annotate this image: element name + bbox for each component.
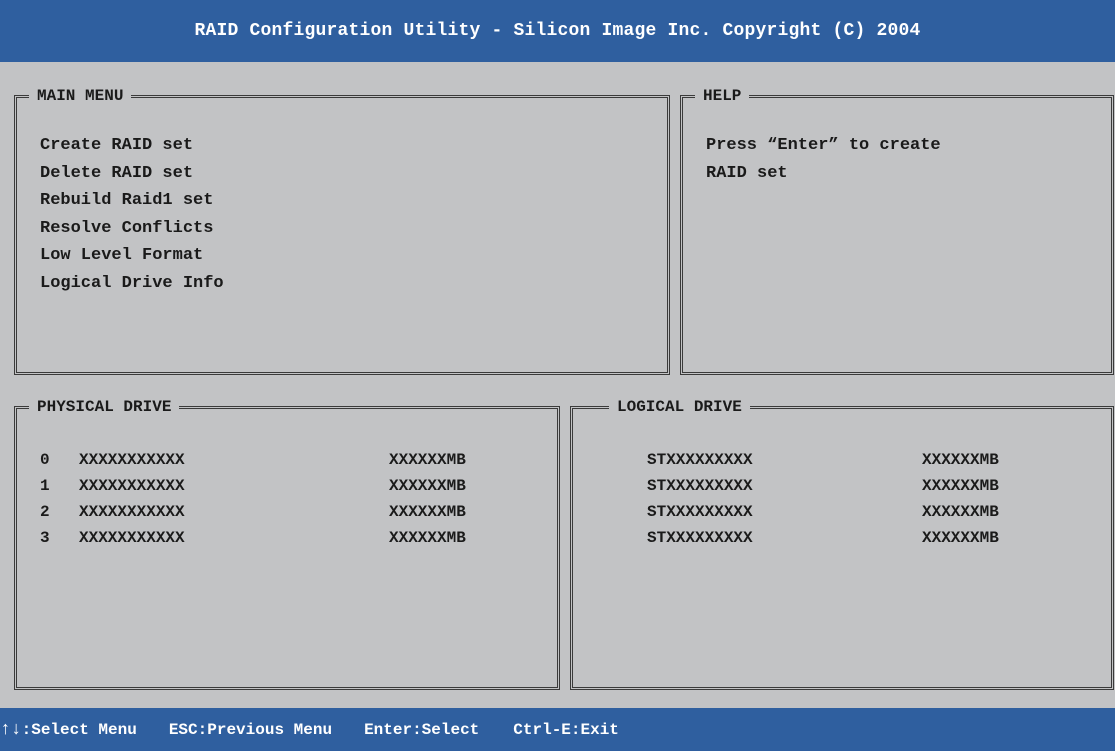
physical-drive-row[interactable]: 0 XXXXXXXXXXX XXXXXXMB [17, 451, 557, 477]
help-line: Press “Enter” to create [706, 136, 941, 155]
menu-item-create-raid-set[interactable]: Create RAID set [40, 132, 224, 160]
physical-drive-row[interactable]: 3 XXXXXXXXXXX XXXXXXMB [17, 529, 557, 555]
exit-hint: Ctrl-E:Exit [513, 720, 619, 739]
physical-drive-heading: PHYSICAL DRIVE [29, 398, 180, 416]
logical-drive-row[interactable]: STXXXXXXXXX XXXXXXMB [573, 451, 1111, 477]
logical-drive-row[interactable]: STXXXXXXXXX XXXXXXMB [573, 529, 1111, 555]
logical-drive-row[interactable]: STXXXXXXXXX XXXXXXMB [573, 477, 1111, 503]
menu-item-resolve-conflicts[interactable]: Resolve Conflicts [40, 215, 224, 243]
logical-drive-size: XXXXXXMB [922, 451, 999, 469]
main-menu-heading: MAIN MENU [29, 87, 132, 105]
logical-drive-name: STXXXXXXXXX [647, 529, 753, 547]
physical-drive-panel: PHYSICAL DRIVE 0 XXXXXXXXXXX XXXXXXMB 1 … [14, 398, 560, 690]
drive-model: XXXXXXXXXXX [79, 451, 185, 469]
select-menu-label: :Select Menu [21, 720, 137, 739]
logical-drive-name: STXXXXXXXXX [647, 477, 753, 495]
drive-model: XXXXXXXXXXX [79, 477, 185, 495]
help-line: RAID set [706, 163, 788, 183]
menu-item-delete-raid-set[interactable]: Delete RAID set [40, 160, 224, 188]
drive-size: XXXXXXMB [389, 451, 466, 469]
drive-index: 2 [40, 503, 50, 521]
drive-size: XXXXXXMB [389, 477, 466, 495]
drive-size: XXXXXXMB [389, 529, 466, 547]
menu-item-rebuild-raid1-set[interactable]: Rebuild Raid1 set [40, 187, 224, 215]
logical-drive-name: STXXXXXXXXX [647, 451, 753, 469]
logical-drive-size: XXXXXXMB [922, 477, 999, 495]
drive-size: XXXXXXMB [389, 503, 466, 521]
select-menu-hint: ↑↓:Select Menu [0, 720, 137, 740]
logical-drive-panel: LOGICAL DRIVE STXXXXXXXXX XXXXXXMB STXXX… [570, 398, 1114, 690]
status-bar: ↑↓:Select Menu ESC:Previous Menu Enter:S… [0, 708, 1115, 751]
up-down-arrows-icon: ↑↓ [0, 719, 22, 740]
drive-index: 3 [40, 529, 50, 547]
main-menu-panel: MAIN MENU Create RAID set Delete RAID se… [14, 87, 670, 375]
drive-index: 0 [40, 451, 50, 469]
drive-index: 1 [40, 477, 50, 495]
menu-item-logical-drive-info[interactable]: Logical Drive Info [40, 270, 224, 298]
logical-drive-heading: LOGICAL DRIVE [609, 398, 750, 416]
title-bar: RAID Configuration Utility - Silicon Ima… [0, 0, 1115, 62]
help-panel: HELP Press “Enter” to create RAID set [680, 87, 1114, 375]
physical-drive-row[interactable]: 2 XXXXXXXXXXX XXXXXXMB [17, 503, 557, 529]
app-title: RAID Configuration Utility - Silicon Ima… [194, 21, 921, 41]
logical-drive-row[interactable]: STXXXXXXXXX XXXXXXMB [573, 503, 1111, 529]
physical-drive-list: 0 XXXXXXXXXXX XXXXXXMB 1 XXXXXXXXXXX XXX… [17, 451, 557, 555]
logical-drive-size: XXXXXXMB [922, 529, 999, 547]
drive-model: XXXXXXXXXXX [79, 529, 185, 547]
logical-drive-list: STXXXXXXXXX XXXXXXMB STXXXXXXXXX XXXXXXM… [573, 451, 1111, 555]
previous-menu-hint: ESC:Previous Menu [168, 720, 333, 739]
menu-item-low-level-format[interactable]: Low Level Format [40, 242, 224, 270]
drive-model: XXXXXXXXXXX [79, 503, 185, 521]
main-menu-list: Create RAID set Delete RAID set Rebuild … [40, 132, 224, 297]
logical-drive-size: XXXXXXMB [922, 503, 999, 521]
enter-select-hint: Enter:Select [364, 720, 480, 739]
help-heading: HELP [695, 87, 750, 105]
help-text: Press “Enter” to create RAID set [706, 132, 941, 187]
logical-drive-name: STXXXXXXXXX [647, 503, 753, 521]
physical-drive-row[interactable]: 1 XXXXXXXXXXX XXXXXXMB [17, 477, 557, 503]
